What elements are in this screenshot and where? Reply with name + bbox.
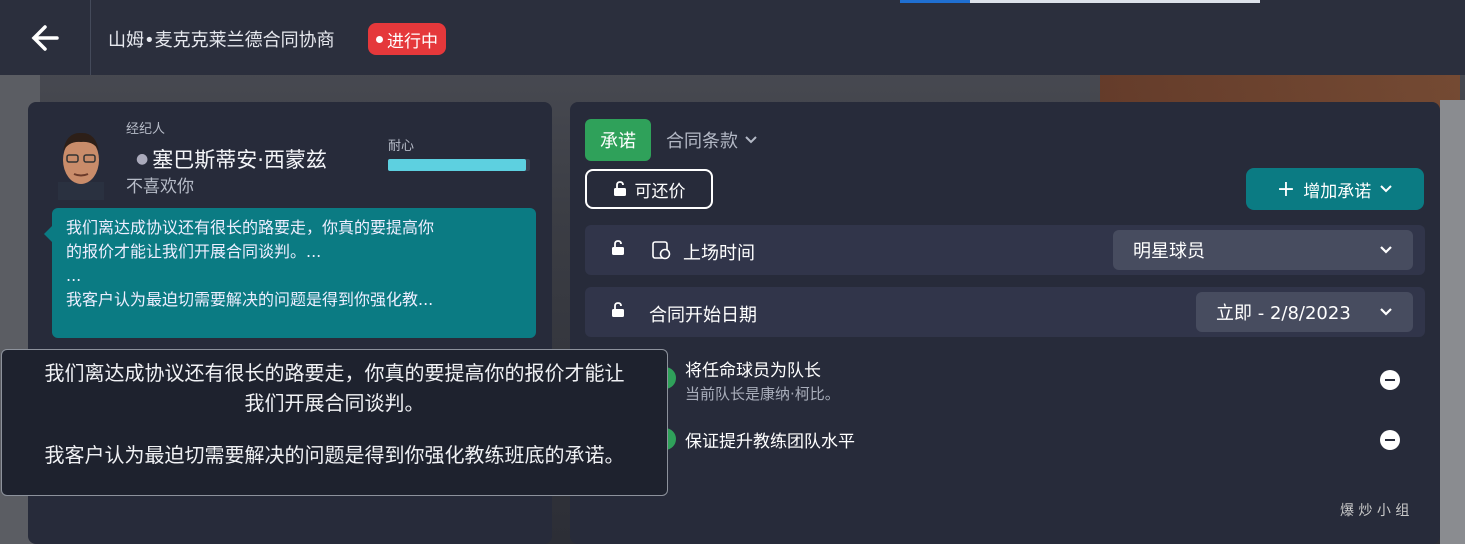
negotiable-label: 可还价 — [634, 181, 686, 202]
tab-contract-terms-label: 合同条款 — [666, 131, 738, 152]
chevron-down-icon — [745, 136, 757, 144]
term-label: 上场时间 — [683, 243, 755, 264]
message-line: 的报价才能让我们开展合同谈判。... — [66, 242, 322, 261]
promise-subtitle: 当前队长是康纳·柯比。 — [685, 385, 840, 403]
live-dot-icon — [376, 35, 383, 43]
message-line: 我们离达成协议还有很长的路要走，你真的要提高你 — [66, 218, 435, 237]
patience-label: 耐心 — [388, 139, 415, 154]
agent-message-bubble[interactable]: 我们离达成协议还有很长的路要走，你真的要提高你 的报价才能让我们开展合同谈判。.… — [44, 208, 536, 338]
agent-avatar — [58, 132, 104, 200]
unlock-icon — [612, 302, 624, 317]
patience-bar — [388, 159, 530, 171]
select-value: 明星球员 — [1133, 241, 1205, 262]
term-row-playing-time: 上场时间 明星球员 — [585, 225, 1425, 275]
person-icon: ● — [136, 151, 149, 167]
playing-time-select[interactable]: 明星球员 — [1113, 230, 1413, 270]
remove-promise-button[interactable] — [1380, 430, 1400, 450]
agent-role-label: 经纪人 — [126, 122, 166, 137]
term-row-start-date: 合同开始日期 立即 - 2/8/2023 — [585, 287, 1425, 337]
watermark: 爆 炒 小 组 — [1340, 503, 1410, 519]
message-line: 我客户认为最迫切需要解决的问题是得到你强化教... — [66, 290, 434, 309]
back-arrow-icon — [31, 24, 59, 51]
negotiation-panel: 承诺 合同条款 可还价 + 增加承诺 上场时间 明星球员 合同开始日期 立即 -… — [570, 102, 1440, 544]
agent-mood: 不喜欢你 — [126, 177, 194, 197]
plus-icon: + — [1276, 176, 1296, 202]
page-title: 山姆•麦克克莱兰德合同协商 — [108, 30, 335, 51]
tab-promises[interactable]: 承诺 — [585, 119, 651, 161]
background-scene — [1440, 100, 1465, 544]
patience-fill — [388, 159, 526, 171]
select-value: 立即 - 2/8/2023 — [1216, 303, 1351, 324]
term-label: 合同开始日期 — [649, 305, 757, 326]
unlock-icon — [613, 181, 626, 196]
message-tooltip: 我们离达成协议还有很长的路要走，你真的要提高你的报价才能让 我们开展合同谈判。 … — [1, 349, 668, 496]
promise-title: 保证提升教练团队水平 — [685, 432, 855, 452]
chevron-down-icon — [1380, 246, 1392, 254]
promise-item: 保证提升教练团队水平 — [685, 427, 855, 452]
add-promise-button[interactable]: + 增加承诺 — [1246, 168, 1424, 210]
stopwatch-icon — [652, 241, 671, 260]
promise-item: 将任命球员为队长 当前队长是康纳·柯比。 — [685, 356, 840, 404]
start-date-select[interactable]: 立即 - 2/8/2023 — [1196, 292, 1413, 332]
status-badge: 进行中 — [368, 23, 446, 55]
agent-name: ● 塞巴斯蒂安·西蒙兹 — [136, 144, 327, 174]
chevron-down-icon — [1380, 308, 1392, 316]
tooltip-line: 我们开展合同谈判。 — [244, 391, 425, 415]
promise-title: 将任命球员为队长 — [685, 361, 821, 381]
top-progress — [900, 0, 1260, 3]
tooltip-line: 我们离达成协议还有很长的路要走，你真的要提高你的报价才能让 — [44, 361, 625, 385]
status-label: 进行中 — [387, 31, 438, 52]
back-button[interactable] — [0, 0, 91, 75]
agent-name-text: 塞巴斯蒂安·西蒙兹 — [152, 148, 327, 172]
tab-contract-terms[interactable]: 合同条款 — [666, 119, 758, 161]
remove-promise-button[interactable] — [1380, 370, 1400, 390]
negotiable-button[interactable]: 可还价 — [585, 169, 713, 209]
chevron-down-icon — [1380, 185, 1392, 193]
unlock-icon — [612, 240, 624, 255]
tooltip-line: 我客户认为最迫切需要解决的问题是得到你强化教练班底的承诺。 — [44, 443, 625, 467]
top-bar: 山姆•麦克克莱兰德合同协商 进行中 — [0, 0, 1465, 75]
add-promise-label: 增加承诺 — [1303, 181, 1372, 202]
message-line: ... — [66, 266, 82, 285]
